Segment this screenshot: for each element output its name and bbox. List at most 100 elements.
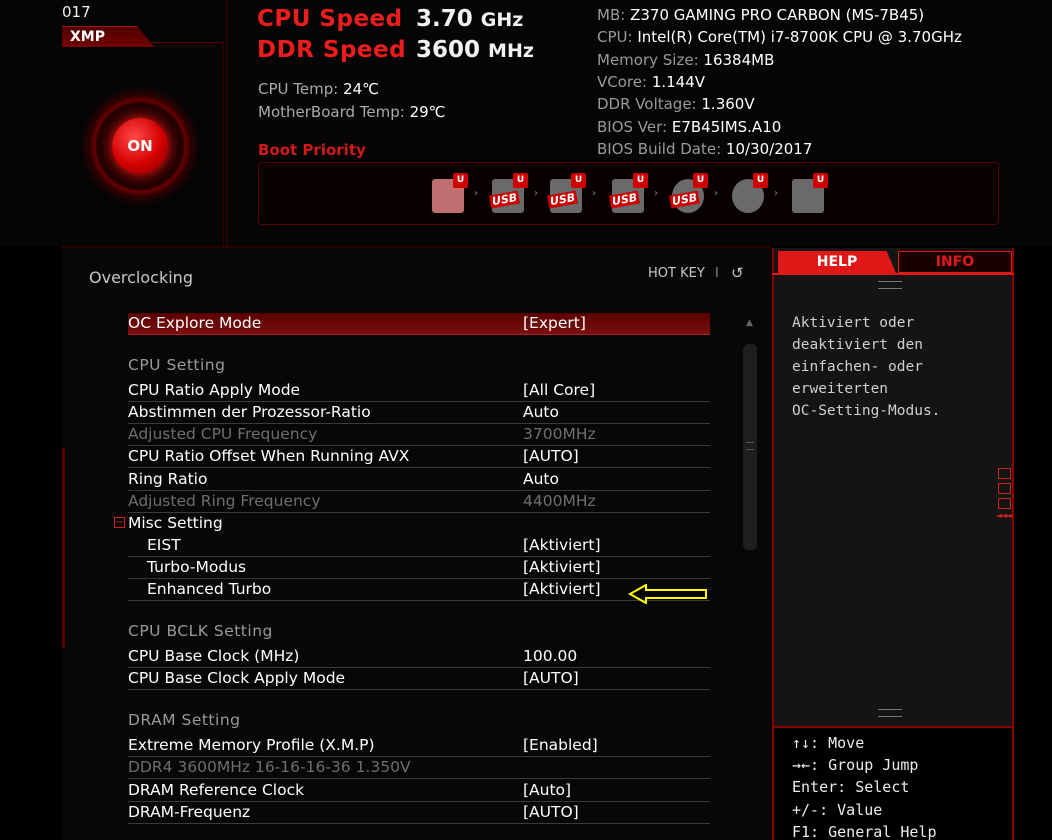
setting-row[interactable]: Misc Setting <box>128 513 710 535</box>
boot-priority-label: Boot Priority <box>258 141 366 159</box>
setting-label: OC Explore Mode <box>128 314 262 332</box>
side-tabs[interactable] <box>998 468 1011 513</box>
tab-underline <box>772 273 1014 275</box>
sysinfo-line: CPU: Intel(R) Core(TM) i7-8700K CPU @ 3.… <box>597 28 962 47</box>
setting-value: Auto <box>523 470 559 488</box>
sysinfo-line: DDR Voltage: 1.360V <box>597 95 755 114</box>
help-text-line: deaktiviert den <box>792 337 923 353</box>
collapse-toggle-icon[interactable]: − <box>114 517 125 528</box>
key-hint: F1: General Help <box>792 822 937 840</box>
setting-value: Auto <box>523 403 559 421</box>
setting-label: CPU Ratio Offset When Running AVX <box>128 447 410 465</box>
setting-label: Abstimmen der Prozessor-Ratio <box>128 403 371 421</box>
hotkey-separator: I <box>715 266 719 281</box>
setting-row[interactable]: CPU Ratio Offset When Running AVX [AUTO] <box>128 446 710 468</box>
setting-row[interactable]: Extreme Memory Profile (X.M.P) [Enabled] <box>128 735 710 757</box>
usb-stick-icon[interactable]: USB U <box>547 173 588 217</box>
xmp-on-button[interactable]: ON <box>112 118 168 174</box>
annotation-arrow <box>628 584 707 604</box>
key-hint: →←: Group Jump <box>792 756 919 775</box>
usb-floppy-icon[interactable]: USB U <box>609 173 650 217</box>
cpu-speed-label: CPU Speed <box>257 6 403 32</box>
setting-row[interactable]: Ring Ratio Auto <box>128 469 710 491</box>
setting-value: [Aktiviert] <box>523 536 601 554</box>
setting-row[interactable]: DRAM-Frequenz [AUTO] <box>128 802 710 824</box>
setting-row[interactable]: OC Explore Mode [Expert] <box>128 313 710 335</box>
setting-value: [Aktiviert] <box>523 558 601 576</box>
group-heading: DRAM Setting <box>128 711 241 729</box>
tab-help[interactable]: HELP <box>778 251 896 273</box>
setting-row[interactable]: DRAM Reference Clock [Auto] <box>128 780 710 802</box>
page-title: Overclocking <box>89 268 193 287</box>
key-hint: ↑↓: Move <box>792 734 865 752</box>
setting-value: [Auto] <box>523 781 572 799</box>
setting-value: [AUTO] <box>523 803 579 821</box>
tab-info[interactable]: INFO <box>898 251 1012 273</box>
on-label: ON <box>127 137 153 155</box>
panel-edge-line <box>62 448 65 648</box>
motherboard-temp: MotherBoard Temp: 29℃ <box>258 103 446 121</box>
setting-row[interactable]: CPU Ratio Apply Mode [All Core] <box>128 380 710 402</box>
ddr-speed-label: DDR Speed <box>257 37 407 63</box>
setting-row[interactable]: CPU Base Clock Apply Mode [AUTO] <box>128 668 710 690</box>
setting-label: DDR4 3600MHz 16-16-16-36 1.350V <box>128 758 411 776</box>
help-text-line: OC-Setting-Modus. <box>792 403 941 419</box>
setting-row[interactable]: EIST [Aktiviert] <box>128 535 710 557</box>
setting-row: Adjusted CPU Frequency 3700MHz <box>128 424 710 446</box>
boot-order-arrow-icon: › <box>592 188 596 199</box>
cpu-speed-value: 3.70 GHz <box>416 6 524 32</box>
group-heading: CPU Setting <box>128 356 226 374</box>
setting-value: [AUTO] <box>523 447 579 465</box>
scroll-up-icon[interactable]: ▲ <box>746 318 753 328</box>
setting-label: Adjusted Ring Frequency <box>128 492 321 510</box>
setting-label: DRAM Reference Clock <box>128 781 305 799</box>
key-hint: +/-: Value <box>792 800 883 819</box>
year-fragment: 017 <box>62 3 91 21</box>
boot-order-arrow-icon: › <box>774 188 778 199</box>
setting-row: Adjusted Ring Frequency 4400MHz <box>128 491 710 513</box>
network-icon[interactable]: U <box>790 173 830 217</box>
setting-label: Extreme Memory Profile (X.M.P) <box>128 736 375 754</box>
setting-value: [Expert] <box>523 314 586 332</box>
setting-label: CPU Ratio Apply Mode <box>128 381 301 399</box>
setting-label: Adjusted CPU Frequency <box>128 425 318 443</box>
sysinfo-line: VCore: 1.144V <box>597 72 706 91</box>
key-hint: Enter: Select <box>792 778 910 797</box>
ddr-speed-value: 3600 MHz <box>416 37 534 63</box>
help-text-line: erweiterten <box>792 381 889 397</box>
cpu-temp: CPU Temp: 24℃ <box>258 80 380 98</box>
hotkey-button[interactable]: HOT KEY <box>648 266 705 281</box>
setting-row[interactable]: Turbo-Modus [Aktiviert] <box>128 557 710 579</box>
setting-label: Ring Ratio <box>128 470 208 488</box>
back-icon[interactable]: ↺ <box>731 264 744 282</box>
panel-grip-icon[interactable] <box>878 281 902 289</box>
cd-icon[interactable]: U <box>730 173 770 217</box>
setting-value: 3700MHz <box>523 425 596 443</box>
setting-label: DRAM-Frequenz <box>128 803 251 821</box>
usb-cd-icon[interactable]: USB U <box>669 173 710 217</box>
boot-order-arrow-icon: › <box>654 188 658 199</box>
setting-row[interactable]: Abstimmen der Prozessor-Ratio Auto <box>128 402 710 424</box>
group-heading: CPU BCLK Setting <box>128 622 273 640</box>
boot-order-arrow-icon: › <box>534 188 538 199</box>
help-text-line: Aktiviert oder <box>792 315 915 331</box>
hdd-icon[interactable]: U <box>430 173 470 217</box>
boot-order-arrow-icon: › <box>714 188 718 199</box>
setting-row: DDR4 3600MHz 16-16-16-36 1.350V <box>128 757 710 779</box>
setting-value: [AUTO] <box>523 669 579 687</box>
setting-row[interactable]: CPU Base Clock (MHz) 100.00 <box>128 646 710 668</box>
sysinfo-line: Memory Size: 16384MB <box>597 50 775 69</box>
sysinfo-line: BIOS Ver: E7B45IMS.A10 <box>597 117 782 136</box>
setting-label: CPU Base Clock (MHz) <box>128 647 300 665</box>
help-text: Aktiviert oder deaktiviert den einfachen- … <box>792 312 997 422</box>
collapse-arrows-icon[interactable]: ◄◄◄ <box>996 511 1013 520</box>
setting-label: Enhanced Turbo <box>147 580 272 598</box>
setting-row[interactable]: Enhanced Turbo [Aktiviert] <box>128 579 710 601</box>
usb-hdd-icon[interactable]: USB U <box>489 173 530 217</box>
setting-value: [All Core] <box>523 381 596 399</box>
setting-label: CPU Base Clock Apply Mode <box>128 669 346 687</box>
panel-grip-bottom-icon[interactable] <box>878 709 902 717</box>
setting-label: Misc Setting <box>128 514 223 532</box>
boot-order-arrow-icon: › <box>474 188 478 199</box>
setting-label: Turbo-Modus <box>147 558 247 576</box>
